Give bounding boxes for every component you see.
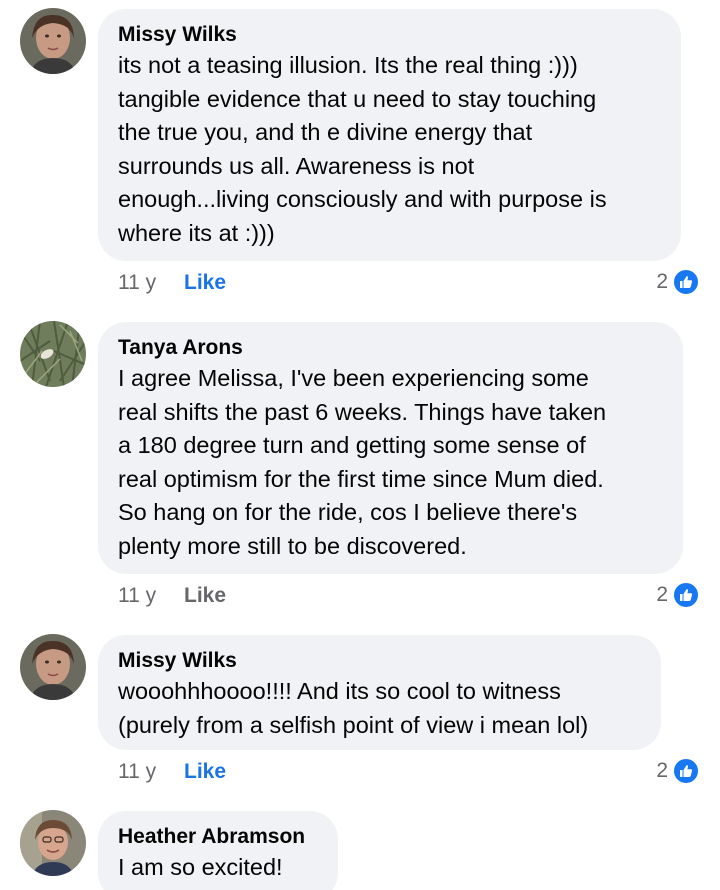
avatar[interactable] — [20, 8, 86, 74]
avatar-image — [20, 634, 86, 700]
reaction-summary[interactable]: 2 — [656, 268, 700, 296]
comment-timestamp[interactable]: 11 y — [118, 582, 184, 610]
like-button[interactable]: Like — [184, 269, 226, 297]
avatar[interactable] — [20, 634, 86, 700]
comment-timestamp[interactable]: 11 y — [118, 758, 184, 786]
comment-author[interactable]: Missy Wilks — [118, 647, 641, 675]
reaction-count: 2 — [656, 759, 668, 782]
comment-bubble: Missy Wilks its not a teasing illusion. … — [98, 9, 681, 261]
avatar[interactable] — [20, 810, 86, 876]
comment-author[interactable]: Tanya Arons — [118, 334, 663, 362]
comment-text: its not a teasing illusion. Its the real… — [118, 52, 607, 246]
comment-bubble: Tanya Arons I agree Melissa, I've been e… — [98, 322, 683, 574]
thumbs-up-icon — [672, 757, 700, 785]
thumbs-up-icon — [672, 581, 700, 609]
avatar[interactable] — [20, 321, 86, 387]
avatar-image — [20, 8, 86, 74]
comment-timestamp[interactable]: 11 y — [118, 269, 184, 297]
comment-bubble: Missy Wilks wooohhhoooo!!!! And its so c… — [98, 635, 661, 750]
comment-author[interactable]: Heather Abramson — [118, 823, 318, 851]
comment-text: I agree Melissa, I've been experiencing … — [118, 365, 607, 559]
comment-text: wooohhhoooo!!!! And its so cool to witne… — [118, 678, 589, 738]
like-button[interactable]: Like — [184, 758, 226, 786]
reaction-summary[interactable]: 2 — [656, 757, 700, 785]
comment-text: I am so excited! — [118, 854, 283, 880]
like-button[interactable]: Like — [184, 582, 226, 610]
avatar-image — [20, 810, 86, 876]
reaction-count: 2 — [656, 583, 668, 606]
comment-author[interactable]: Missy Wilks — [118, 21, 661, 49]
reaction-count: 2 — [656, 270, 668, 293]
comment-actions: 11 y Like — [118, 269, 226, 297]
thumbs-up-icon — [672, 268, 700, 296]
comment-actions: 11 y Like — [118, 582, 226, 610]
reaction-summary[interactable]: 2 — [656, 581, 700, 609]
comment-bubble: Heather Abramson I am so excited! — [98, 811, 338, 890]
comment-actions: 11 y Like — [118, 758, 226, 786]
avatar-image — [20, 321, 86, 387]
